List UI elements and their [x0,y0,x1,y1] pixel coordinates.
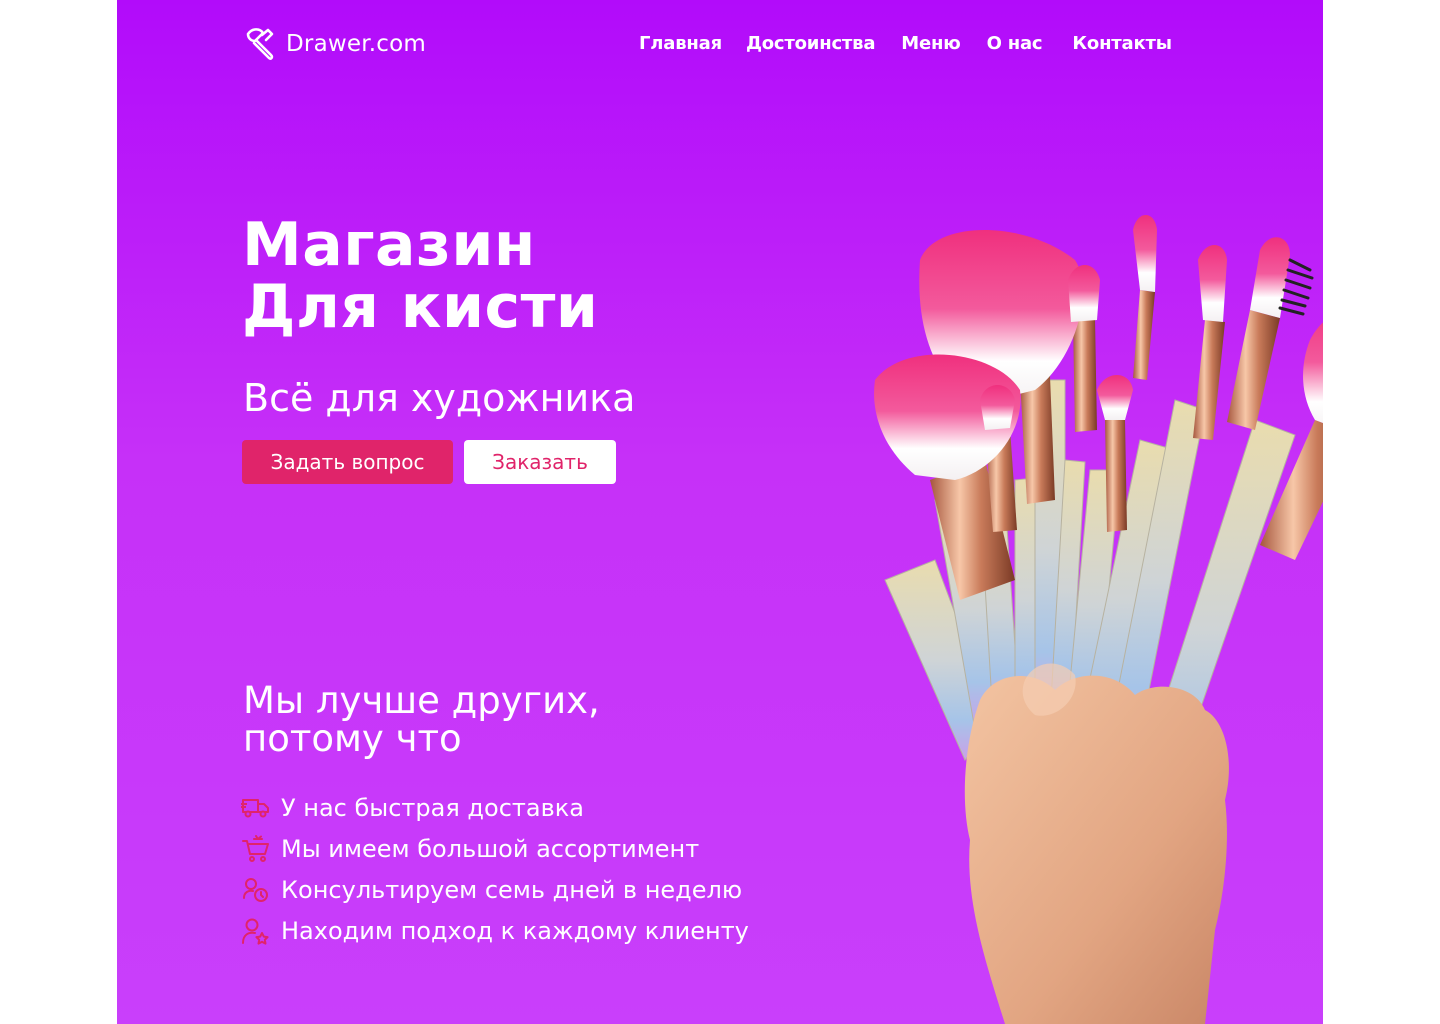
advantages-list: У нас быстрая доставка Мы имеем большой … [241,787,749,951]
hero-title: Магазин Для кисти [242,214,598,338]
brushes-hero-image [874,215,1323,1024]
list-item: У нас быстрая доставка [241,787,749,828]
brand-name: Drawer.com [286,31,426,57]
feature-text: Находим подход к каждому клиенту [281,916,749,945]
list-item: Мы имеем большой ассортимент [241,828,749,869]
hero-title-line-2: Для кисти [242,272,599,342]
advantages-title-line-2: потому что [243,717,462,760]
advantages-title: Мы лучше других, потому что [243,682,600,758]
brand-logo[interactable]: Drawer.com [244,24,426,64]
list-item: Консультируем семь дней в неделю [241,869,749,910]
consultant-clock-icon [241,875,273,905]
user-star-icon [241,916,273,946]
nav-item-contacts[interactable]: Контакты [1072,33,1172,54]
list-item: Находим подход к каждому клиенту [241,910,749,951]
landing-page: Drawer.com Главная Достоинства Меню О на… [117,0,1323,1024]
main-nav: Главная Достоинства Меню О нас Контакты [639,30,1172,56]
nav-item-about[interactable]: О нас [987,33,1043,54]
brush-logo-icon [246,28,274,60]
nav-item-menu[interactable]: Меню [901,33,960,54]
feature-text: У нас быстрая доставка [281,793,584,822]
feature-text: Мы имеем большой ассортимент [281,834,700,863]
nav-item-advantages[interactable]: Достоинства [746,33,876,54]
hero-title-line-1: Магазин [242,210,536,280]
feature-text: Консультируем семь дней в неделю [281,875,743,904]
advantages-title-line-1: Мы лучше других, [243,679,600,722]
ask-question-button[interactable]: Задать вопрос [242,440,453,484]
delivery-truck-icon [241,793,273,823]
order-button[interactable]: Заказать [464,440,616,484]
hero-subtitle: Всё для художника [243,376,636,420]
nav-item-home[interactable]: Главная [639,33,722,54]
shopping-cart-icon [241,834,273,864]
